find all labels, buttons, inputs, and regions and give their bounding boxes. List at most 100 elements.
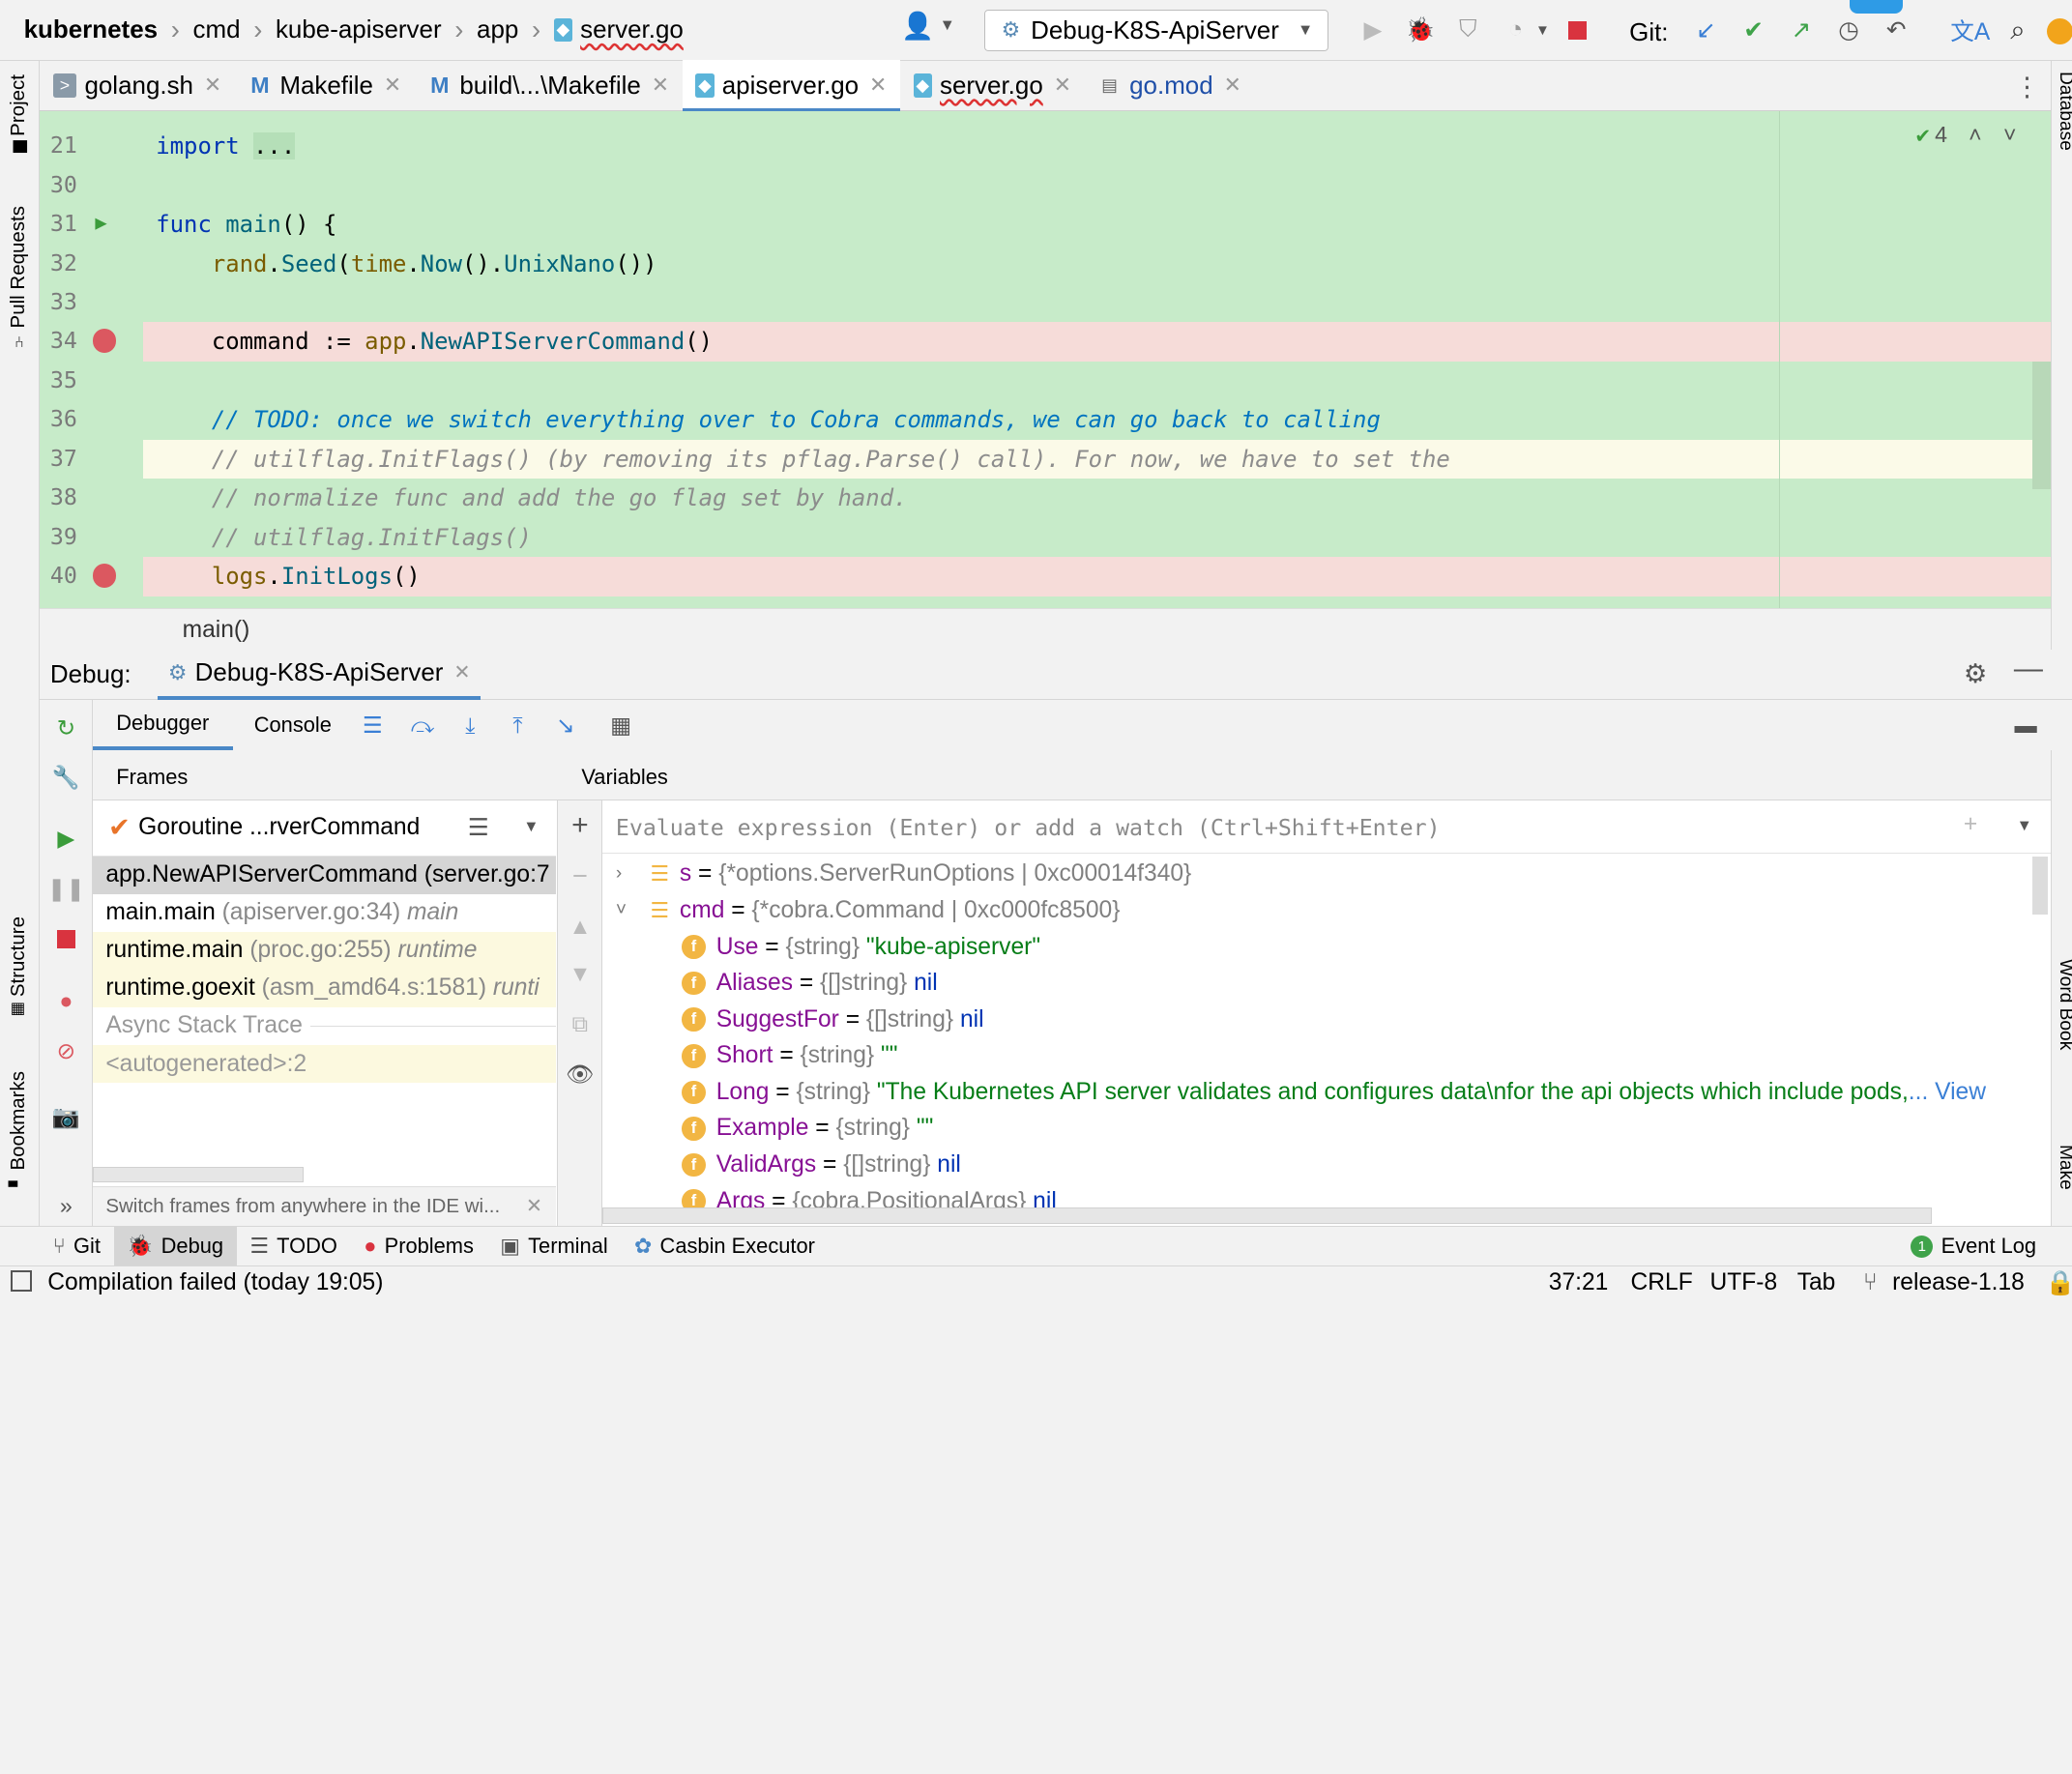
show-execution-point-icon[interactable]: ☰ [356, 709, 391, 743]
breadcrumb-server-go[interactable]: server.go [580, 15, 684, 44]
chevron-down-icon[interactable]: ˅ [2003, 122, 2017, 149]
view-link[interactable]: ... View [1909, 1079, 1986, 1106]
line-separator[interactable]: CRLF [1631, 1269, 1693, 1296]
code-editor[interactable]: 21 import ... 30 31 ▶ func main() { 32 r… [40, 110, 2052, 608]
chevron-down-icon[interactable]: ▼ [523, 818, 539, 836]
breakpoint-icon[interactable] [92, 329, 117, 353]
rerun-icon[interactable]: ↻ [49, 711, 84, 745]
step-over-icon[interactable]: ⤼ [405, 709, 440, 743]
chevron-down-icon[interactable]: ▼ [1535, 22, 1550, 39]
chevron-up-icon[interactable]: ˄ [1969, 122, 1982, 149]
close-icon[interactable]: ✕ [869, 73, 887, 98]
tab-console[interactable]: Console [233, 700, 353, 750]
close-icon[interactable]: ✕ [652, 73, 669, 98]
git-update-icon[interactable]: ↙ [1686, 11, 1726, 50]
make-tool-button[interactable]: Make [2055, 1145, 2072, 1190]
tab-build-makefile[interactable]: M build\...\Makefile ✕ [415, 60, 683, 110]
close-icon[interactable]: ✕ [1054, 73, 1071, 98]
toolwindow-debug[interactable]: 🐞 Debug [113, 1226, 237, 1266]
resume-icon[interactable]: ▶ [49, 822, 84, 857]
variable-field-row[interactable]: f Example = {string} "" [682, 1111, 933, 1148]
tab-server-go[interactable]: ◆ server.go ✕ [900, 60, 1085, 110]
tab-debugger[interactable]: Debugger [92, 700, 233, 751]
wrench-icon[interactable]: 🔧 [49, 760, 84, 795]
stop-icon[interactable] [1558, 11, 1597, 50]
run-config-selector[interactable]: ⚙ Debug-K8S-ApiServer ▼ [984, 9, 1328, 52]
variable-field-row[interactable]: f Aliases = {[]string} nil [682, 965, 938, 1002]
translate-icon[interactable]: 文A [1950, 11, 1990, 50]
toggle-tool-windows-icon[interactable] [10, 1270, 32, 1293]
pull-requests-tool-button[interactable]: ⑂ Pull Requests [7, 206, 30, 348]
indent-setting[interactable]: Tab [1797, 1269, 1836, 1296]
word-book-tool-button[interactable]: Word Book [2055, 959, 2072, 1050]
horizontal-scrollbar[interactable] [92, 1166, 305, 1183]
run-to-cursor-icon[interactable]: ↘ [548, 709, 583, 743]
stack-frame[interactable]: runtime.goexit (asm_amd64.s:1581) runti [92, 969, 557, 1007]
horizontal-scrollbar[interactable] [602, 1207, 1933, 1224]
close-icon[interactable]: ✕ [526, 1194, 542, 1218]
layout-icon[interactable]: ▬ [2008, 709, 2043, 743]
view-breakpoints-icon[interactable]: ● [49, 984, 84, 1019]
variable-field-row[interactable]: f Use = {string} "kube-apiserver" [682, 929, 1040, 966]
breadcrumb-kube-apiserver[interactable]: kube-apiserver [276, 15, 442, 44]
variable-field-row[interactable]: f Short = {string} "" [682, 1038, 897, 1075]
git-push-icon[interactable]: ↗ [1781, 11, 1821, 50]
add-watch-icon[interactable]: + [563, 808, 598, 843]
run-icon[interactable]: ▶ [1353, 11, 1392, 50]
toolwindow-git[interactable]: ⑂ Git [40, 1227, 114, 1266]
structure-tool-button[interactable]: ▦ Structure [7, 916, 30, 1020]
caret-position[interactable]: 37:21 [1549, 1269, 1609, 1296]
eye-icon[interactable]: 👁 [563, 1057, 598, 1091]
tab-apiserver-go[interactable]: ◆ apiserver.go ✕ [682, 60, 901, 112]
toolwindow-problems[interactable]: ● Problems [351, 1227, 487, 1266]
git-rollback-icon[interactable]: ↶ [1877, 11, 1916, 50]
mute-breakpoints-icon[interactable]: ⊘ [49, 1034, 84, 1069]
camera-icon[interactable]: 📷 [49, 1099, 84, 1134]
stop-icon[interactable] [49, 922, 84, 957]
add-to-watches-icon[interactable]: + [1964, 811, 1977, 838]
search-icon[interactable]: ⌕ [1998, 11, 2037, 50]
stack-frame[interactable]: runtime.main (proc.go:255) runtime [92, 931, 557, 970]
move-up-icon[interactable]: ▲ [563, 909, 598, 944]
event-log-button[interactable]: 1 Event Log [1911, 1234, 2036, 1259]
status-message[interactable]: Compilation failed (today 19:05) [47, 1269, 383, 1296]
git-branch[interactable]: release-1.18 [1892, 1269, 2025, 1296]
toolwindow-casbin-executor[interactable]: ✿ Casbin Executor [621, 1227, 828, 1266]
gear-icon[interactable]: ⚙ [1964, 658, 1988, 689]
step-out-icon[interactable]: ⤒ [501, 709, 536, 743]
lock-icon[interactable]: 🔒 [2046, 1269, 2072, 1297]
tab-golang-sh[interactable]: > golang.sh ✕ [40, 60, 235, 110]
step-into-icon[interactable]: ⤓ [453, 709, 488, 743]
chevron-down-icon[interactable]: ▼ [2017, 817, 2032, 835]
stack-frame[interactable]: <autogenerated>:2 [92, 1045, 557, 1084]
variable-row[interactable]: › ☰ s = {*options.ServerRunOptions | 0xc… [616, 857, 1191, 893]
stack-frame[interactable]: app.NewAPIServerCommand (server.go:7 [92, 856, 557, 894]
tab-makefile[interactable]: M Makefile ✕ [235, 60, 415, 110]
evaluate-expression-field[interactable]: Evaluate expression (Enter) or add a wat… [602, 800, 2052, 854]
tab-go-mod[interactable]: ▤ go.mod ✕ [1085, 60, 1255, 110]
stack-frame[interactable]: main.main (apiserver.go:34) main [93, 894, 557, 932]
git-commit-icon[interactable]: ✔ [1734, 11, 1773, 50]
breakpoint-icon[interactable] [92, 564, 117, 588]
debug-bug-icon[interactable]: 🐞 [1401, 11, 1441, 50]
move-down-icon[interactable]: ▼ [563, 956, 598, 991]
project-tool-button[interactable]: ▆ Project [7, 74, 30, 153]
toolwindow-todo[interactable]: ☰ TODO [237, 1227, 351, 1266]
close-icon[interactable]: ✕ [453, 660, 470, 684]
variable-field-row[interactable]: f SuggestFor = {[]string} nil [682, 1002, 984, 1038]
breadcrumb-cmd[interactable]: cmd [193, 15, 241, 44]
profile-icon[interactable]: ◔ [1496, 11, 1535, 50]
breadcrumb-function[interactable]: main() [183, 617, 250, 644]
run-gutter-icon[interactable]: ▶ [95, 211, 106, 234]
close-icon[interactable]: ✕ [204, 73, 221, 98]
chevron-right-icon[interactable]: › [616, 863, 640, 885]
close-icon[interactable]: ✕ [1224, 73, 1241, 98]
update-badge-icon[interactable] [2047, 18, 2072, 45]
copy-icon[interactable]: ⧉ [563, 1006, 598, 1041]
user-menu[interactable]: 👤 ▼ [901, 11, 955, 42]
scrollbar-thumb[interactable] [2031, 362, 2052, 489]
debug-session-tab[interactable]: ⚙ Debug-K8S-ApiServer ✕ [157, 650, 482, 700]
toolwindow-terminal[interactable]: ▣ Terminal [487, 1227, 622, 1266]
database-tool-button[interactable]: Database [2055, 72, 2072, 151]
variable-field-row[interactable]: f ValidArgs = {[]string} nil [682, 1147, 961, 1183]
